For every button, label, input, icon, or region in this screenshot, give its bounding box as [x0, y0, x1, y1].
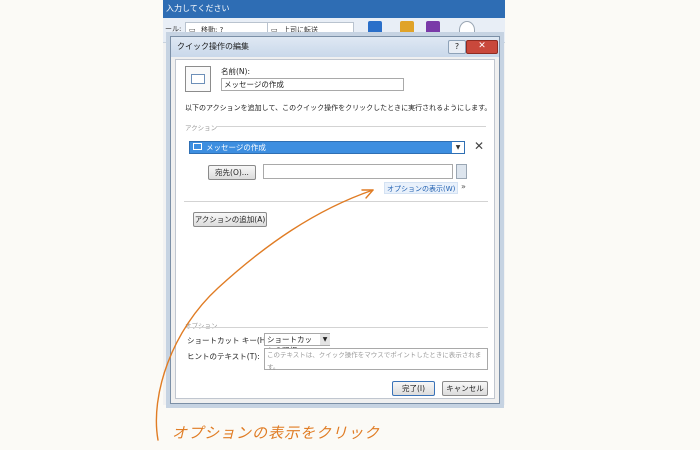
- annotation-arrow: [155, 189, 374, 441]
- annotation-text: オプションの表示をクリック: [172, 424, 381, 442]
